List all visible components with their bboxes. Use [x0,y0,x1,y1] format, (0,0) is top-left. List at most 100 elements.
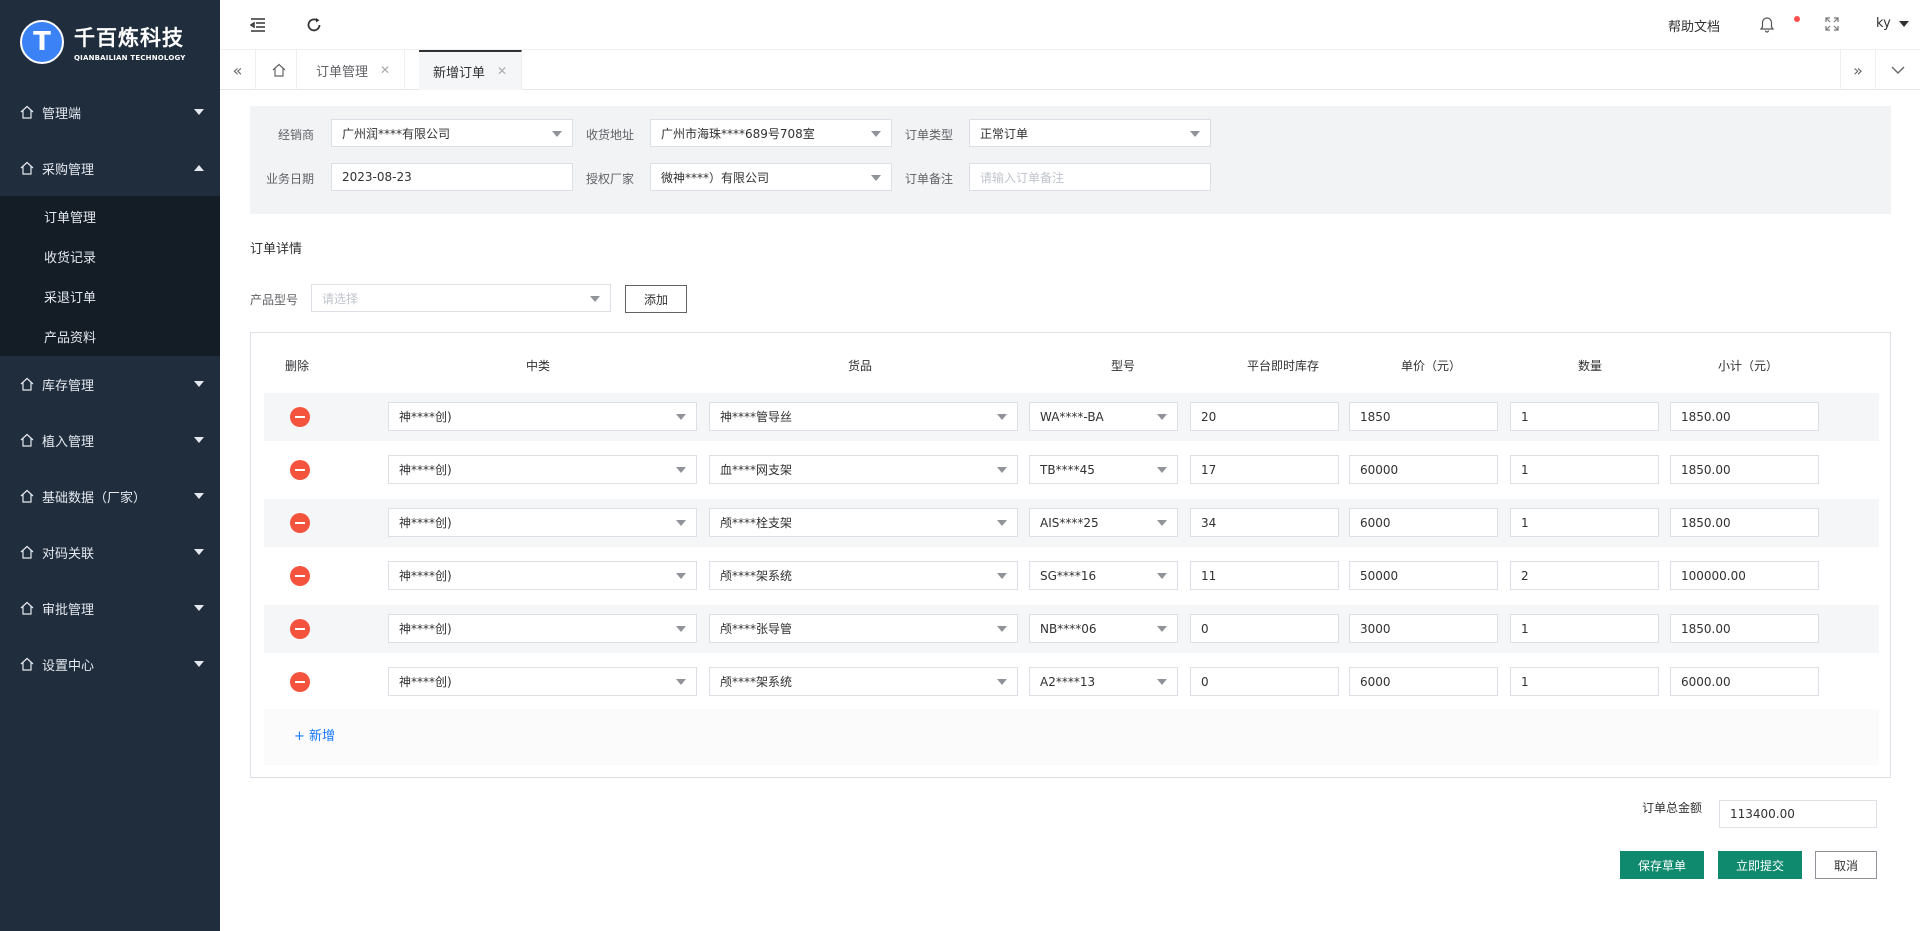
price-input[interactable]: 60000 [1349,455,1498,484]
submenu-item[interactable]: 收货记录 [0,236,220,276]
submenu-item[interactable]: 订单管理 [0,196,220,236]
remove-row-icon[interactable] [290,407,310,427]
business-date-input[interactable]: 2023-08-23 [331,163,573,191]
remark-input[interactable]: 请输入订单备注 [969,163,1211,191]
remove-row-icon[interactable] [290,672,310,692]
goods-select[interactable]: 颅****架系统 [709,667,1018,696]
sidebar-item[interactable]: 植入管理 [0,412,220,468]
product-model-label: 产品型号 [250,293,299,307]
cancel-button[interactable]: 取消 [1815,851,1877,879]
goods-select[interactable]: 颅****张导管 [709,614,1018,643]
goods-select[interactable]: 颅****栓支架 [709,508,1018,537]
sidebar-item[interactable]: 库存管理 [0,356,220,412]
subtotal-input[interactable]: 100000.00 [1670,561,1819,590]
save-draft-button[interactable]: 保存草单 [1620,851,1704,879]
stock-input[interactable]: 0 [1190,667,1339,696]
chevron-down-icon [676,414,686,420]
goods-select[interactable]: 神****管导丝 [709,402,1018,431]
model-select[interactable]: AIS****25 [1029,508,1178,537]
home-icon [20,161,34,175]
remove-row-icon[interactable] [290,460,310,480]
order-total-label: 订单总金额 [1642,801,1703,815]
submenu-item[interactable]: 采退订单 [0,276,220,316]
address-select[interactable]: 广州市海珠****689号708室 [650,119,892,147]
home-tab-icon[interactable] [261,50,297,90]
category-select[interactable]: 神****创) [388,508,697,537]
refresh-icon[interactable] [304,15,324,35]
add-row-button[interactable]: + 新增 [294,725,335,744]
category-select[interactable]: 神****创) [388,614,697,643]
sidebar-item[interactable]: 基础数据（厂家） [0,468,220,524]
remove-row-icon[interactable] [290,513,310,533]
subtotal-input[interactable]: 6000.00 [1670,667,1819,696]
order-type-select[interactable]: 正常订单 [969,119,1211,147]
close-icon[interactable]: ✕ [380,63,390,77]
collapse-menu-icon[interactable] [248,15,268,35]
dealer-select[interactable]: 广州润****有限公司 [331,119,573,147]
order-details-table: 删除 中类 货品 型号 平台即时库存 单价（元） 数量 小计（元） 神****创) 神****管… [250,332,1891,778]
model-select[interactable]: SG****16 [1029,561,1178,590]
category-select[interactable]: 神****创) [388,455,697,484]
notification-bell-icon[interactable] [1759,17,1775,36]
model-select[interactable]: A2****13 [1029,667,1178,696]
tabs-scroll-left-icon[interactable]: « [220,50,256,90]
stock-input[interactable]: 34 [1190,508,1339,537]
category-select[interactable]: 神****创) [388,561,697,590]
goods-select[interactable]: 颅****架系统 [709,561,1018,590]
submit-button[interactable]: 立即提交 [1718,851,1802,879]
table-row: 神****创) 颅****架系统 SG****16 11 50000 2 100000.00 [264,552,1879,600]
sidebar-item[interactable]: 设置中心 [0,636,220,692]
remove-row-icon[interactable] [290,619,310,639]
stock-input[interactable]: 17 [1190,455,1339,484]
category-select[interactable]: 神****创) [388,667,697,696]
stock-input[interactable]: 20 [1190,402,1339,431]
submenu-item[interactable]: 产品资料 [0,316,220,356]
model-select[interactable]: WA****-BA [1029,402,1178,431]
tab-label: 订单管理 [316,64,369,80]
sidebar-item[interactable]: 采购管理 [0,140,220,196]
chevron-down-icon [1190,131,1200,137]
order-total-input: 113400.00 [1719,800,1877,828]
close-icon[interactable]: ✕ [497,64,507,78]
tabs-scroll-right-icon[interactable]: » [1840,50,1876,90]
price-input[interactable]: 1850 [1349,402,1498,431]
quantity-input[interactable]: 1 [1510,508,1659,537]
category-select[interactable]: 神****创) [388,402,697,431]
remark-label: 订单备注 [904,172,953,186]
price-input[interactable]: 6000 [1349,508,1498,537]
add-product-button[interactable]: 添加 [625,285,687,313]
stock-input[interactable]: 0 [1190,614,1339,643]
quantity-input[interactable]: 1 [1510,455,1659,484]
goods-select[interactable]: 血****网支架 [709,455,1018,484]
subtotal-input[interactable]: 1850.00 [1670,455,1819,484]
subtotal-input[interactable]: 1850.00 [1670,402,1819,431]
quantity-input[interactable]: 2 [1510,561,1659,590]
price-input[interactable]: 3000 [1349,614,1498,643]
factory-select[interactable]: 微神****）有限公司 [650,163,892,191]
price-input[interactable]: 50000 [1349,561,1498,590]
column-header: 数量 [1577,359,1602,373]
quantity-input[interactable]: 1 [1510,402,1659,431]
model-select[interactable]: TB****45 [1029,455,1178,484]
fullscreen-icon[interactable] [1825,17,1839,34]
column-header: 小计（元） [1717,359,1778,373]
tab-order-management[interactable]: 订单管理 ✕ [302,50,406,90]
sidebar-item[interactable]: 审批管理 [0,580,220,636]
model-select[interactable]: NB****06 [1029,614,1178,643]
sidebar-item[interactable]: 管理端 [0,84,220,140]
sidebar-item[interactable]: 对码关联 [0,524,220,580]
price-input[interactable]: 6000 [1349,667,1498,696]
product-model-select[interactable]: 请选择 [311,284,611,312]
quantity-input[interactable]: 1 [1510,614,1659,643]
home-icon [20,657,34,671]
user-menu[interactable]: ky [1876,16,1909,31]
home-icon [20,545,34,559]
quantity-input[interactable]: 1 [1510,667,1659,696]
remove-row-icon[interactable] [290,566,310,586]
help-docs-link[interactable]: 帮助文档 [1668,16,1720,35]
tabs-dropdown-icon[interactable] [1880,50,1916,90]
tab-new-order[interactable]: 新增订单 ✕ [419,50,523,90]
subtotal-input[interactable]: 1850.00 [1670,508,1819,537]
stock-input[interactable]: 11 [1190,561,1339,590]
subtotal-input[interactable]: 1850.00 [1670,614,1819,643]
